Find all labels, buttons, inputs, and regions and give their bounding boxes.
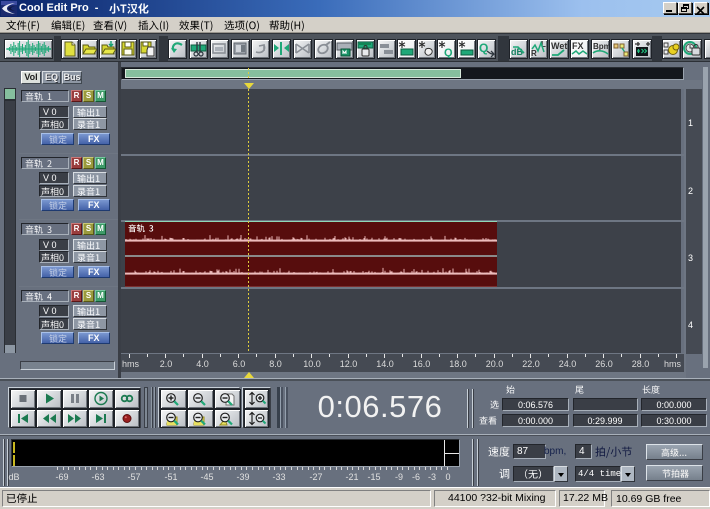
svg-text:dB: dB <box>511 47 523 57</box>
svg-text:R: R <box>531 49 537 58</box>
svg-text:Bpm: Bpm <box>593 42 609 51</box>
svg-text:Q: Q <box>479 41 488 55</box>
svg-text:Wet: Wet <box>551 41 567 51</box>
svg-text:FX: FX <box>572 41 584 51</box>
svg-text:Q: Q <box>444 47 453 58</box>
